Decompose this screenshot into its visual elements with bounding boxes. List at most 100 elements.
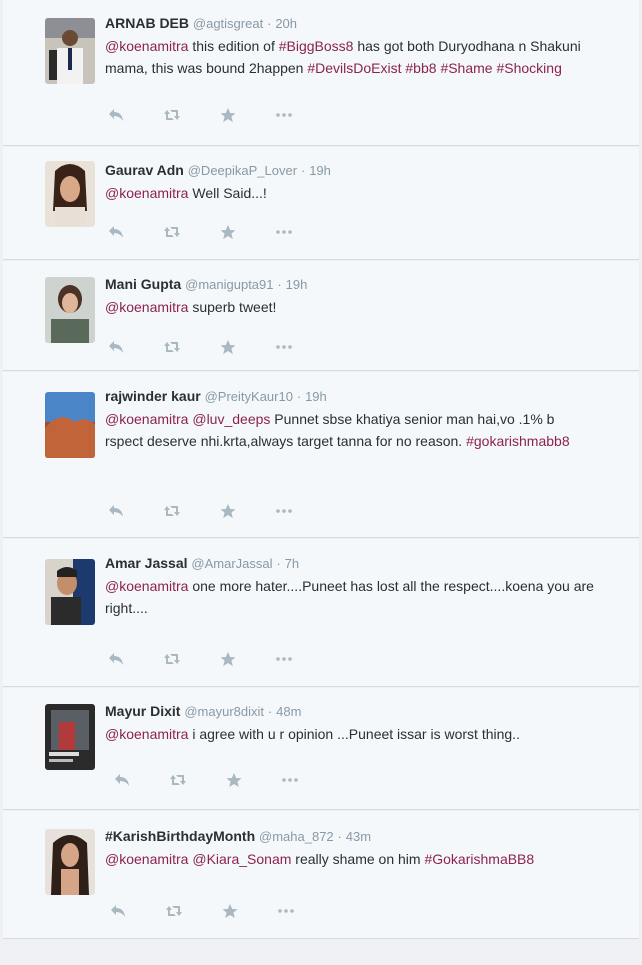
tweet-actions [107, 224, 331, 240]
retweet-icon[interactable] [163, 651, 219, 667]
timestamp[interactable]: 7h [285, 556, 299, 571]
mention-link[interactable]: @luv_deeps [192, 411, 270, 427]
hashtag-link[interactable]: #Shocking [496, 60, 561, 76]
retweet-icon[interactable] [165, 903, 221, 919]
tweet-card[interactable]: Amar Jassal @AmarJassal · 7h @koenamitra… [3, 539, 639, 687]
reply-icon[interactable] [113, 772, 169, 788]
tweet-actions [107, 503, 331, 519]
tweet-actions [113, 772, 337, 788]
more-icon[interactable] [275, 503, 331, 519]
tweet-text-segment: really shame on him [291, 851, 425, 867]
more-icon[interactable] [277, 903, 333, 919]
mention-link[interactable]: @koenamitra [105, 185, 188, 201]
timestamp[interactable]: 19h [309, 163, 331, 178]
favorite-icon[interactable] [219, 339, 275, 355]
author-handle[interactable]: @maha_872 [259, 829, 334, 844]
avatar[interactable] [45, 277, 95, 343]
favorite-icon[interactable] [219, 651, 275, 667]
mention-link[interactable]: @koenamitra [105, 578, 188, 594]
avatar[interactable] [45, 161, 95, 227]
tweet-text: @koenamitra i agree with u r opinion ...… [105, 723, 609, 745]
mention-link[interactable]: @koenamitra [105, 38, 188, 54]
author-handle[interactable]: @mayur8dixit [184, 704, 264, 719]
author-name[interactable]: Gaurav Adn [105, 162, 184, 178]
tweet-text: @koenamitra this edition of #BiggBoss8 h… [105, 35, 609, 79]
more-icon[interactable] [281, 772, 337, 788]
tweet-card[interactable]: #KarishBirthdayMonth @maha_872 · 43m @ko… [3, 811, 639, 939]
more-icon[interactable] [275, 339, 331, 355]
tweet-card[interactable]: ARNAB DEB @agtisgreat · 20h @koenamitra … [3, 0, 639, 146]
avatar[interactable] [45, 559, 95, 625]
tweet-text: @koenamitra one more hater....Puneet has… [105, 575, 609, 619]
mention-link[interactable]: @Kiara_Sonam [192, 851, 291, 867]
favorite-icon[interactable] [221, 903, 277, 919]
mention-link[interactable]: @koenamitra [105, 726, 188, 742]
mention-link[interactable]: @koenamitra [105, 851, 188, 867]
timestamp[interactable]: 19h [286, 277, 308, 292]
author-name[interactable]: Mani Gupta [105, 276, 181, 292]
timestamp[interactable]: 20h [275, 16, 297, 31]
retweet-icon[interactable] [163, 107, 219, 123]
author-name[interactable]: #KarishBirthdayMonth [105, 828, 255, 844]
hashtag-link[interactable]: #Shame [440, 60, 492, 76]
separator: · [276, 556, 281, 571]
reply-icon[interactable] [107, 224, 163, 240]
favorite-icon[interactable] [219, 224, 275, 240]
favorite-icon[interactable] [219, 107, 275, 123]
author-handle[interactable]: @PreityKaur10 [205, 389, 293, 404]
tweet-actions [107, 339, 331, 355]
more-icon[interactable] [275, 107, 331, 123]
avatar[interactable] [45, 704, 95, 770]
author-name[interactable]: Mayur Dixit [105, 703, 180, 719]
author-handle[interactable]: @manigupta91 [185, 277, 273, 292]
retweet-icon[interactable] [169, 772, 225, 788]
reply-icon[interactable] [107, 651, 163, 667]
tweet-feed: ARNAB DEB @agtisgreat · 20h @koenamitra … [0, 0, 642, 965]
tweet-card[interactable]: Mayur Dixit @mayur8dixit · 48m @koenamit… [3, 688, 639, 810]
tweet-text-segment: i agree with u r opinion ...Puneet issar… [188, 726, 520, 742]
hashtag-link[interactable]: #gokarishmabb8 [466, 433, 570, 449]
reply-icon[interactable] [107, 503, 163, 519]
author-name[interactable]: Amar Jassal [105, 555, 188, 571]
hashtag-link[interactable]: #BiggBoss8 [279, 38, 354, 54]
retweet-icon[interactable] [163, 224, 219, 240]
tweet-actions [107, 107, 331, 123]
author-name[interactable]: ARNAB DEB [105, 15, 189, 31]
tweet-actions [109, 903, 333, 919]
author-handle[interactable]: @AmarJassal [191, 556, 272, 571]
more-icon[interactable] [275, 651, 331, 667]
tweet-text: @koenamitra Well Said...! [105, 182, 609, 204]
tweet-card[interactable]: Gaurav Adn @DeepikaP_Lover · 19h @koenam… [3, 147, 639, 260]
favorite-icon[interactable] [219, 503, 275, 519]
separator: · [296, 389, 302, 404]
author-handle[interactable]: @agtisgreat [193, 16, 263, 31]
timestamp[interactable]: 43m [346, 829, 371, 844]
tweet-text-segment: this edition of [188, 38, 279, 54]
separator: · [267, 704, 273, 719]
tweet-text-segment: superb tweet! [188, 299, 277, 315]
hashtag-link[interactable]: #DevilsDoExist [307, 60, 401, 76]
separator: · [267, 16, 272, 31]
more-icon[interactable] [275, 224, 331, 240]
mention-link[interactable]: @koenamitra [105, 411, 188, 427]
favorite-icon[interactable] [225, 772, 281, 788]
avatar[interactable] [45, 829, 95, 895]
tweet-text-segment: Well Said...! [188, 185, 267, 201]
avatar[interactable] [45, 18, 95, 84]
reply-icon[interactable] [109, 903, 165, 919]
tweet-card[interactable]: Mani Gupta @manigupta91 · 19h @koenamitr… [3, 261, 639, 371]
tweet-card[interactable]: rajwinder kaur @PreityKaur10 · 19h @koen… [3, 372, 639, 538]
hashtag-link[interactable]: #bb8 [405, 60, 436, 76]
author-handle[interactable]: @DeepikaP_Lover [188, 163, 297, 178]
timestamp[interactable]: 48m [276, 704, 301, 719]
reply-icon[interactable] [107, 107, 163, 123]
retweet-icon[interactable] [163, 339, 219, 355]
tweet-text: @koenamitra @luv_deeps Punnet sbse khati… [105, 408, 575, 452]
avatar[interactable] [45, 392, 95, 458]
reply-icon[interactable] [107, 339, 163, 355]
retweet-icon[interactable] [163, 503, 219, 519]
timestamp[interactable]: 19h [305, 389, 327, 404]
hashtag-link[interactable]: #GokarishmaBB8 [424, 851, 534, 867]
mention-link[interactable]: @koenamitra [105, 299, 188, 315]
author-name[interactable]: rajwinder kaur [105, 388, 201, 404]
